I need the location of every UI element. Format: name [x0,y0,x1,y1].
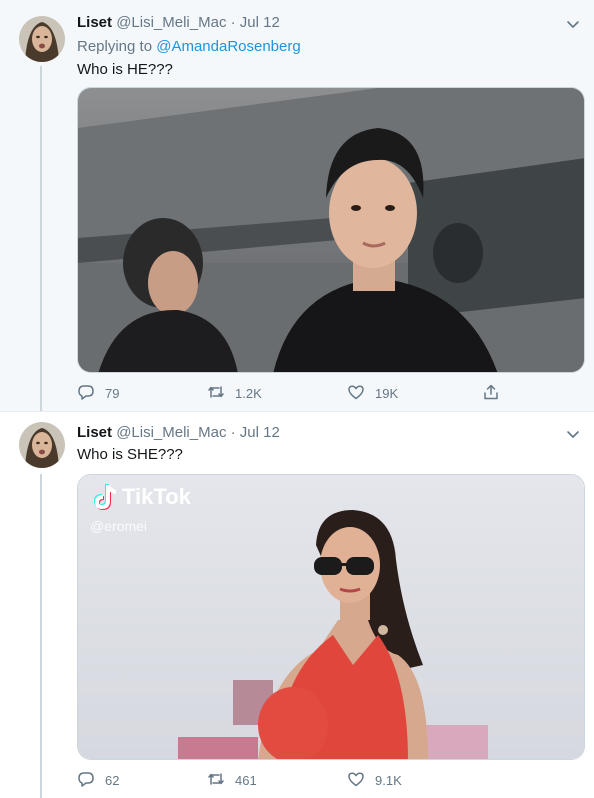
retweet-icon [207,383,235,404]
retweet-count: 461 [235,773,257,788]
reply-button[interactable]: 62 [77,770,119,791]
like-icon [347,770,375,791]
like-icon [347,383,375,404]
replying-label: Replying to [77,38,153,55]
chevron-down-icon[interactable] [564,15,582,33]
tweet-media[interactable]: TikTok @eromei [77,474,585,760]
retweet-button[interactable]: 461 [207,770,257,791]
tweet-actions: 62 461 9.1K [77,770,507,790]
author-handle[interactable]: @Lisi_Meli_Mac [116,424,226,441]
reply-button[interactable]: 79 [77,383,119,404]
tweet-date[interactable]: Jul 12 [240,424,280,441]
reply-count: 62 [105,773,120,788]
avatar[interactable] [19,16,65,62]
like-button[interactable]: 19K [347,383,398,404]
tweet-header: Liset @Lisi_Meli_Mac · Jul 12 [77,13,280,33]
author-name[interactable]: Liset [77,14,112,31]
tweet-actions: 79 1.2K 19K [77,383,507,403]
tweet-media[interactable] [77,87,585,373]
reply-icon [77,383,105,404]
tiktok-username: @eromei [90,518,147,534]
reply-icon [77,770,105,791]
tweet[interactable]: Liset @Lisi_Meli_Mac · Jul 12 Who is SHE… [0,411,594,798]
separator-dot: · [230,14,236,31]
tiktok-watermark: TikTok [122,484,192,509]
tweet-text: Who is SHE??? [77,446,183,463]
chevron-down-icon[interactable] [564,425,582,443]
mention-link[interactable]: @AmandaRosenberg [156,38,300,55]
share-icon [482,383,500,404]
tweet-header: Liset @Lisi_Meli_Mac · Jul 12 [77,423,280,443]
separator-dot: · [230,424,236,441]
thread-line [40,66,42,411]
author-name[interactable]: Liset [77,424,112,441]
share-button[interactable] [482,383,500,404]
thread-line [40,474,42,798]
retweet-button[interactable]: 1.2K [207,383,262,404]
reply-count: 79 [105,386,120,401]
like-count: 9.1K [375,773,402,788]
retweet-icon [207,770,235,791]
tweet-text: Who is HE??? [77,61,173,78]
like-count: 19K [375,386,399,401]
author-handle[interactable]: @Lisi_Meli_Mac [116,14,226,31]
retweet-count: 1.2K [235,386,262,401]
tweet[interactable]: Liset @Lisi_Meli_Mac · Jul 12 Replying t… [0,0,594,411]
avatar[interactable] [19,422,65,468]
replying-to: Replying to @AmandaRosenberg [77,37,301,57]
like-button[interactable]: 9.1K [347,770,402,791]
tweet-date[interactable]: Jul 12 [240,14,280,31]
